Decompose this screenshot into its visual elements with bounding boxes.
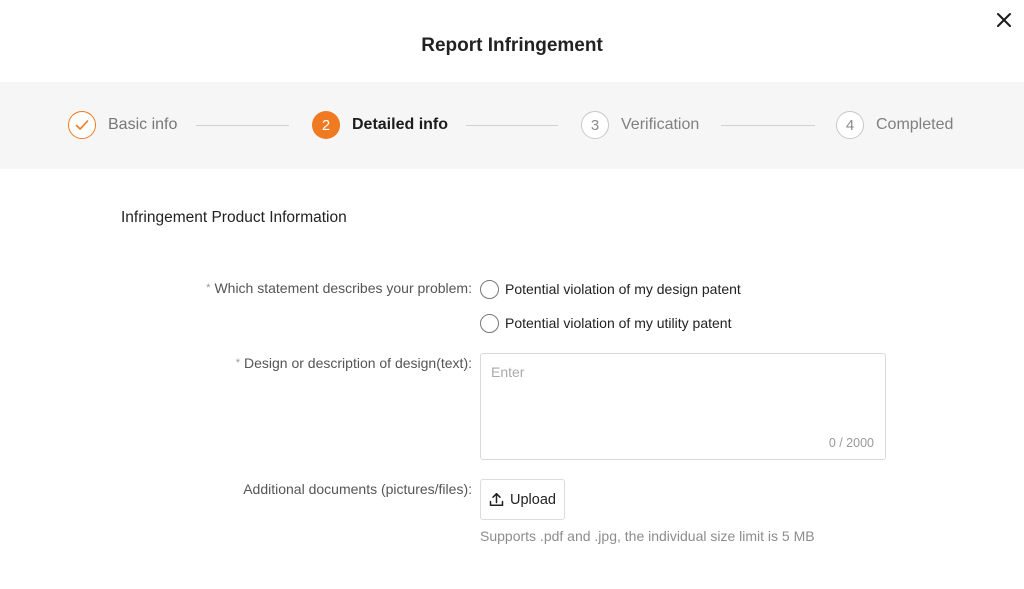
- radio-label: Potential violation of my design patent: [505, 281, 741, 297]
- radio-circle[interactable]: [480, 279, 499, 299]
- step-3-circle: 3: [581, 111, 609, 139]
- step-verification: 3 Verification: [581, 111, 699, 139]
- close-icon: [997, 13, 1011, 27]
- design-textarea-container: 0 / 2000: [480, 353, 886, 460]
- design-label: * Design or description of design(text):: [236, 355, 472, 371]
- modal-header: Report Infringement: [0, 0, 1024, 82]
- upload-button[interactable]: Upload: [480, 479, 565, 520]
- steps-bar: Basic info 2 Detailed info 3 Verificatio…: [0, 82, 1024, 169]
- check-icon: [75, 120, 89, 130]
- step-3-label: Verification: [621, 116, 700, 133]
- modal-title: Report Infringement: [421, 35, 603, 56]
- required-mark: *: [235, 357, 240, 369]
- step-1-circle: [68, 111, 96, 139]
- step-4-circle: 4: [836, 111, 864, 139]
- step-detailed-info: 2 Detailed info: [312, 111, 448, 139]
- step-2-circle: 2: [312, 111, 340, 139]
- step-connector: [721, 125, 815, 126]
- radio-circle[interactable]: [480, 313, 499, 333]
- problem-label: * Which statement describes your problem:: [206, 280, 472, 296]
- upload-icon: [489, 492, 504, 507]
- upload-label: Upload: [510, 491, 556, 508]
- step-2-label: Detailed info: [352, 116, 449, 133]
- documents-label: Additional documents (pictures/files):: [243, 481, 472, 497]
- step-basic-info: Basic info: [68, 111, 177, 139]
- step-completed: 4 Completed: [836, 111, 953, 139]
- step-1-label: Basic info: [108, 116, 178, 133]
- problem-label-text: Which statement describes your problem:: [214, 280, 472, 296]
- step-4-label: Completed: [876, 116, 954, 133]
- radio-label: Potential violation of my utility patent: [505, 315, 732, 331]
- design-label-text: Design or description of design(text):: [244, 355, 472, 371]
- radio-design-patent[interactable]: Potential violation of my design patent: [480, 278, 741, 300]
- close-button[interactable]: [992, 8, 1016, 32]
- step-connector: [466, 125, 558, 126]
- radio-utility-patent[interactable]: Potential violation of my utility patent: [480, 312, 731, 334]
- section-title: Infringement Product Information: [121, 209, 347, 226]
- step-connector: [196, 125, 289, 126]
- required-mark: *: [206, 282, 211, 294]
- design-description-input[interactable]: [481, 354, 885, 436]
- upload-hint: Supports .pdf and .jpg, the individual s…: [480, 528, 815, 544]
- char-counter: 0 / 2000: [828, 436, 874, 450]
